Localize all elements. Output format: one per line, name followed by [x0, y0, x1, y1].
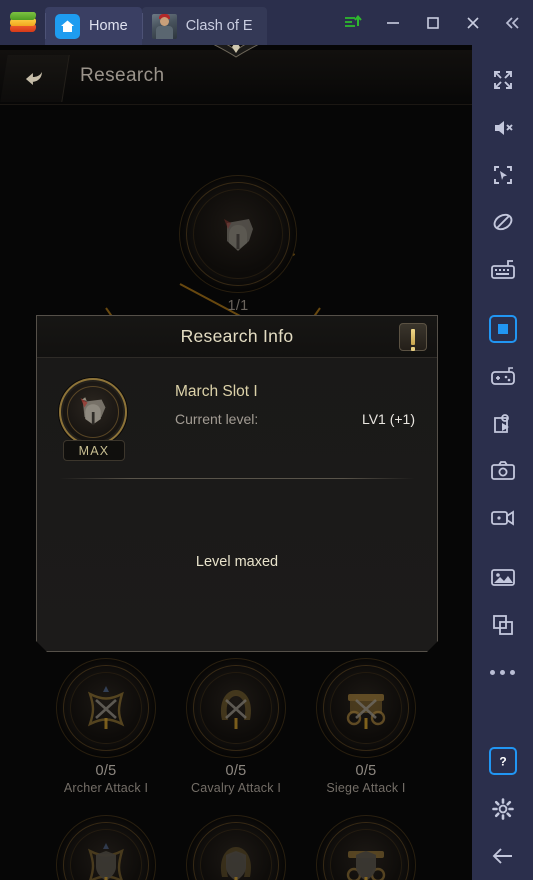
- window-title-bar: Home Clash of E: [0, 0, 533, 45]
- device-phone-icon[interactable]: [472, 305, 533, 352]
- research-node-archer-attack-1[interactable]: 0/5 Archer Attack I: [49, 658, 163, 795]
- tab-clash-of-empire-label: Clash of E: [185, 18, 253, 34]
- close-icon[interactable]: [453, 0, 493, 45]
- item-name: March Slot I: [175, 383, 258, 400]
- research-node-cavalry-defense-1[interactable]: 0/5: [179, 815, 293, 880]
- home-icon: [55, 13, 80, 39]
- node-label: Cavalry Attack I: [190, 781, 282, 795]
- node-count: 0/5: [225, 763, 247, 779]
- horseshoe-shield-icon: [186, 815, 286, 880]
- current-level-value: LV1 (+1): [361, 411, 415, 427]
- node-label: Archer Attack I: [63, 781, 149, 795]
- help-question-icon[interactable]: ?: [472, 738, 533, 785]
- node-count: 0/5: [95, 763, 117, 779]
- node-ring: [179, 175, 297, 293]
- multi-instance-icon[interactable]: [472, 601, 533, 648]
- node-ring: [186, 658, 286, 758]
- upload-update-icon[interactable]: [333, 0, 373, 45]
- node-count: 0/5: [355, 763, 377, 779]
- dialog-divider: [59, 478, 415, 479]
- maximize-icon[interactable]: [413, 0, 453, 45]
- catapult-crossed-swords-icon: [316, 658, 416, 758]
- eye-tracking-cursor-icon[interactable]: [472, 151, 533, 198]
- settings-gear-icon[interactable]: [472, 785, 533, 832]
- macro-script-icon[interactable]: [472, 400, 533, 447]
- gamepad-icon[interactable]: [472, 352, 533, 399]
- dialog-body: MAX March Slot I Current level: LV1 (+1)…: [37, 358, 437, 651]
- node-ring: [56, 815, 156, 880]
- screenshot-camera-icon[interactable]: [472, 447, 533, 494]
- tab-home[interactable]: Home: [45, 7, 142, 45]
- node-ring: [186, 815, 286, 880]
- page-title: Research: [80, 65, 165, 86]
- bow-crossed-swords-icon: [56, 658, 156, 758]
- node-count: 1/1: [227, 298, 249, 314]
- mute-speaker-icon[interactable]: [472, 104, 533, 151]
- item-icon-group: MAX: [59, 378, 129, 461]
- node-ring: [316, 658, 416, 758]
- research-node-cavalry-attack-1[interactable]: 0/5 Cavalry Attack I: [179, 658, 293, 795]
- more-options-icon[interactable]: [472, 648, 533, 695]
- research-back-button[interactable]: [0, 55, 70, 102]
- max-badge: MAX: [63, 440, 125, 461]
- dialog-title: Research Info: [180, 326, 294, 346]
- helmet-glyph-icon: [59, 378, 127, 446]
- window-controls: [333, 0, 533, 45]
- research-node-march-slot-1[interactable]: 1/1 March Slot I: [179, 175, 297, 330]
- level-maxed-status: Level maxed: [195, 554, 279, 570]
- media-gallery-icon[interactable]: [472, 554, 533, 601]
- bluestacks-logo[interactable]: [0, 0, 45, 45]
- screen-record-icon[interactable]: [472, 495, 533, 542]
- bluestacks-sidebar: ?: [472, 45, 533, 880]
- march-slot-icon: [59, 378, 127, 446]
- info-alert-button[interactable]: [399, 323, 427, 351]
- tab-home-label: Home: [89, 18, 128, 34]
- node-ring: [56, 658, 156, 758]
- research-node-siege-attack-1[interactable]: 0/5 Siege Attack I: [309, 658, 423, 795]
- tab-clash-of-empire[interactable]: Clash of E: [141, 7, 267, 45]
- bow-shield-icon: [56, 815, 156, 880]
- ad-block-slash-icon[interactable]: [472, 199, 533, 246]
- fullscreen-icon[interactable]: [472, 56, 533, 103]
- node-ring: [316, 815, 416, 880]
- exclamation-icon: [411, 329, 415, 345]
- game-viewport[interactable]: Research 1/1 March Slot I: [0, 45, 472, 880]
- svg-text:?: ?: [499, 755, 506, 769]
- helmet-icon: [179, 175, 297, 293]
- back-arrow-icon[interactable]: [472, 832, 533, 879]
- horseshoe-crossed-swords-icon: [186, 658, 286, 758]
- minimize-icon[interactable]: [373, 0, 413, 45]
- research-node-siege-defense-1[interactable]: 0/5: [309, 815, 423, 880]
- collapse-chevrons-icon[interactable]: [493, 0, 533, 45]
- research-info-dialog: Research Info MAX March Slot I Current l…: [36, 315, 438, 652]
- current-level-label: Current level:: [175, 411, 259, 427]
- research-node-archer-defense-1[interactable]: 0/5: [49, 815, 163, 880]
- game-app-icon: [151, 13, 177, 39]
- catapult-shield-icon: [316, 815, 416, 880]
- research-header-bar: Research: [0, 50, 472, 105]
- keyboard-controls-icon[interactable]: [472, 246, 533, 293]
- dialog-header: Research Info: [37, 316, 437, 358]
- node-label: Siege Attack I: [326, 781, 406, 795]
